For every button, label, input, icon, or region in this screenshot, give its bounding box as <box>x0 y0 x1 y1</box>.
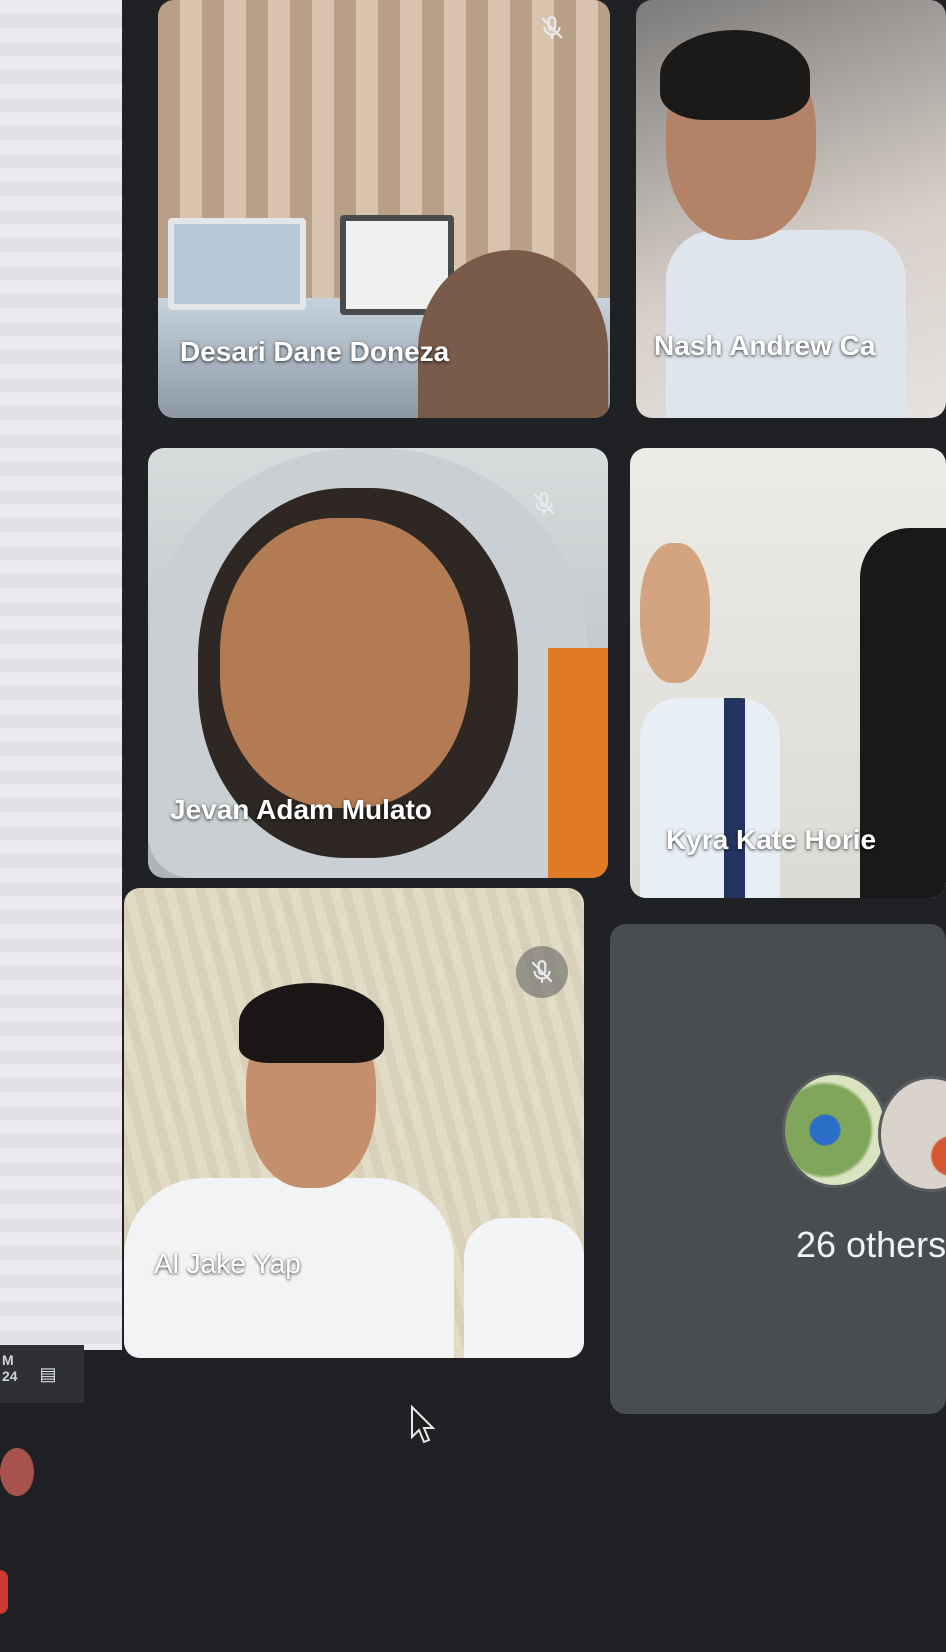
participant-tile[interactable]: Nash Andrew Ca <box>636 0 946 418</box>
participant-tile[interactable]: Kyra Kate Horie <box>630 448 946 898</box>
video-background <box>640 698 780 898</box>
record-button[interactable] <box>0 1448 34 1496</box>
background-window <box>0 0 122 1350</box>
video-background <box>168 218 306 310</box>
video-background <box>660 30 810 120</box>
video-background <box>464 1218 584 1358</box>
participant-name: Jevan Adam Mulato <box>170 794 432 825</box>
mic-off-icon <box>526 2 578 54</box>
participant-name: Al Jake Yap <box>154 1248 301 1279</box>
participant-name: Kyra Kate Horie <box>666 824 877 855</box>
participant-name: Nash Andrew Ca <box>654 330 876 361</box>
video-background <box>239 983 384 1063</box>
others-count: 26 others <box>796 1224 946 1265</box>
participant-tile[interactable]: Desari Dane Doneza <box>158 0 610 418</box>
video-background <box>666 230 906 418</box>
others-tile[interactable]: 26 others <box>610 924 946 1414</box>
participant-avatar <box>878 1076 946 1192</box>
participant-name: Desari Dane Doneza <box>180 336 450 367</box>
participant-tile[interactable]: Jevan Adam Mulato <box>148 448 608 878</box>
video-background <box>548 648 608 878</box>
taskbar-clock[interactable]: M 24 <box>2 1352 22 1384</box>
notification-icon[interactable]: ▤ <box>36 1363 60 1385</box>
participant-tile[interactable]: Al Jake Yap <box>124 888 584 1358</box>
participant-avatar <box>782 1072 888 1188</box>
mic-off-icon <box>516 946 568 998</box>
video-background <box>640 543 710 683</box>
mic-off-icon <box>518 478 570 530</box>
leave-call-button[interactable] <box>0 1570 8 1614</box>
mouse-pointer-icon <box>411 1405 436 1444</box>
video-background <box>220 518 470 808</box>
